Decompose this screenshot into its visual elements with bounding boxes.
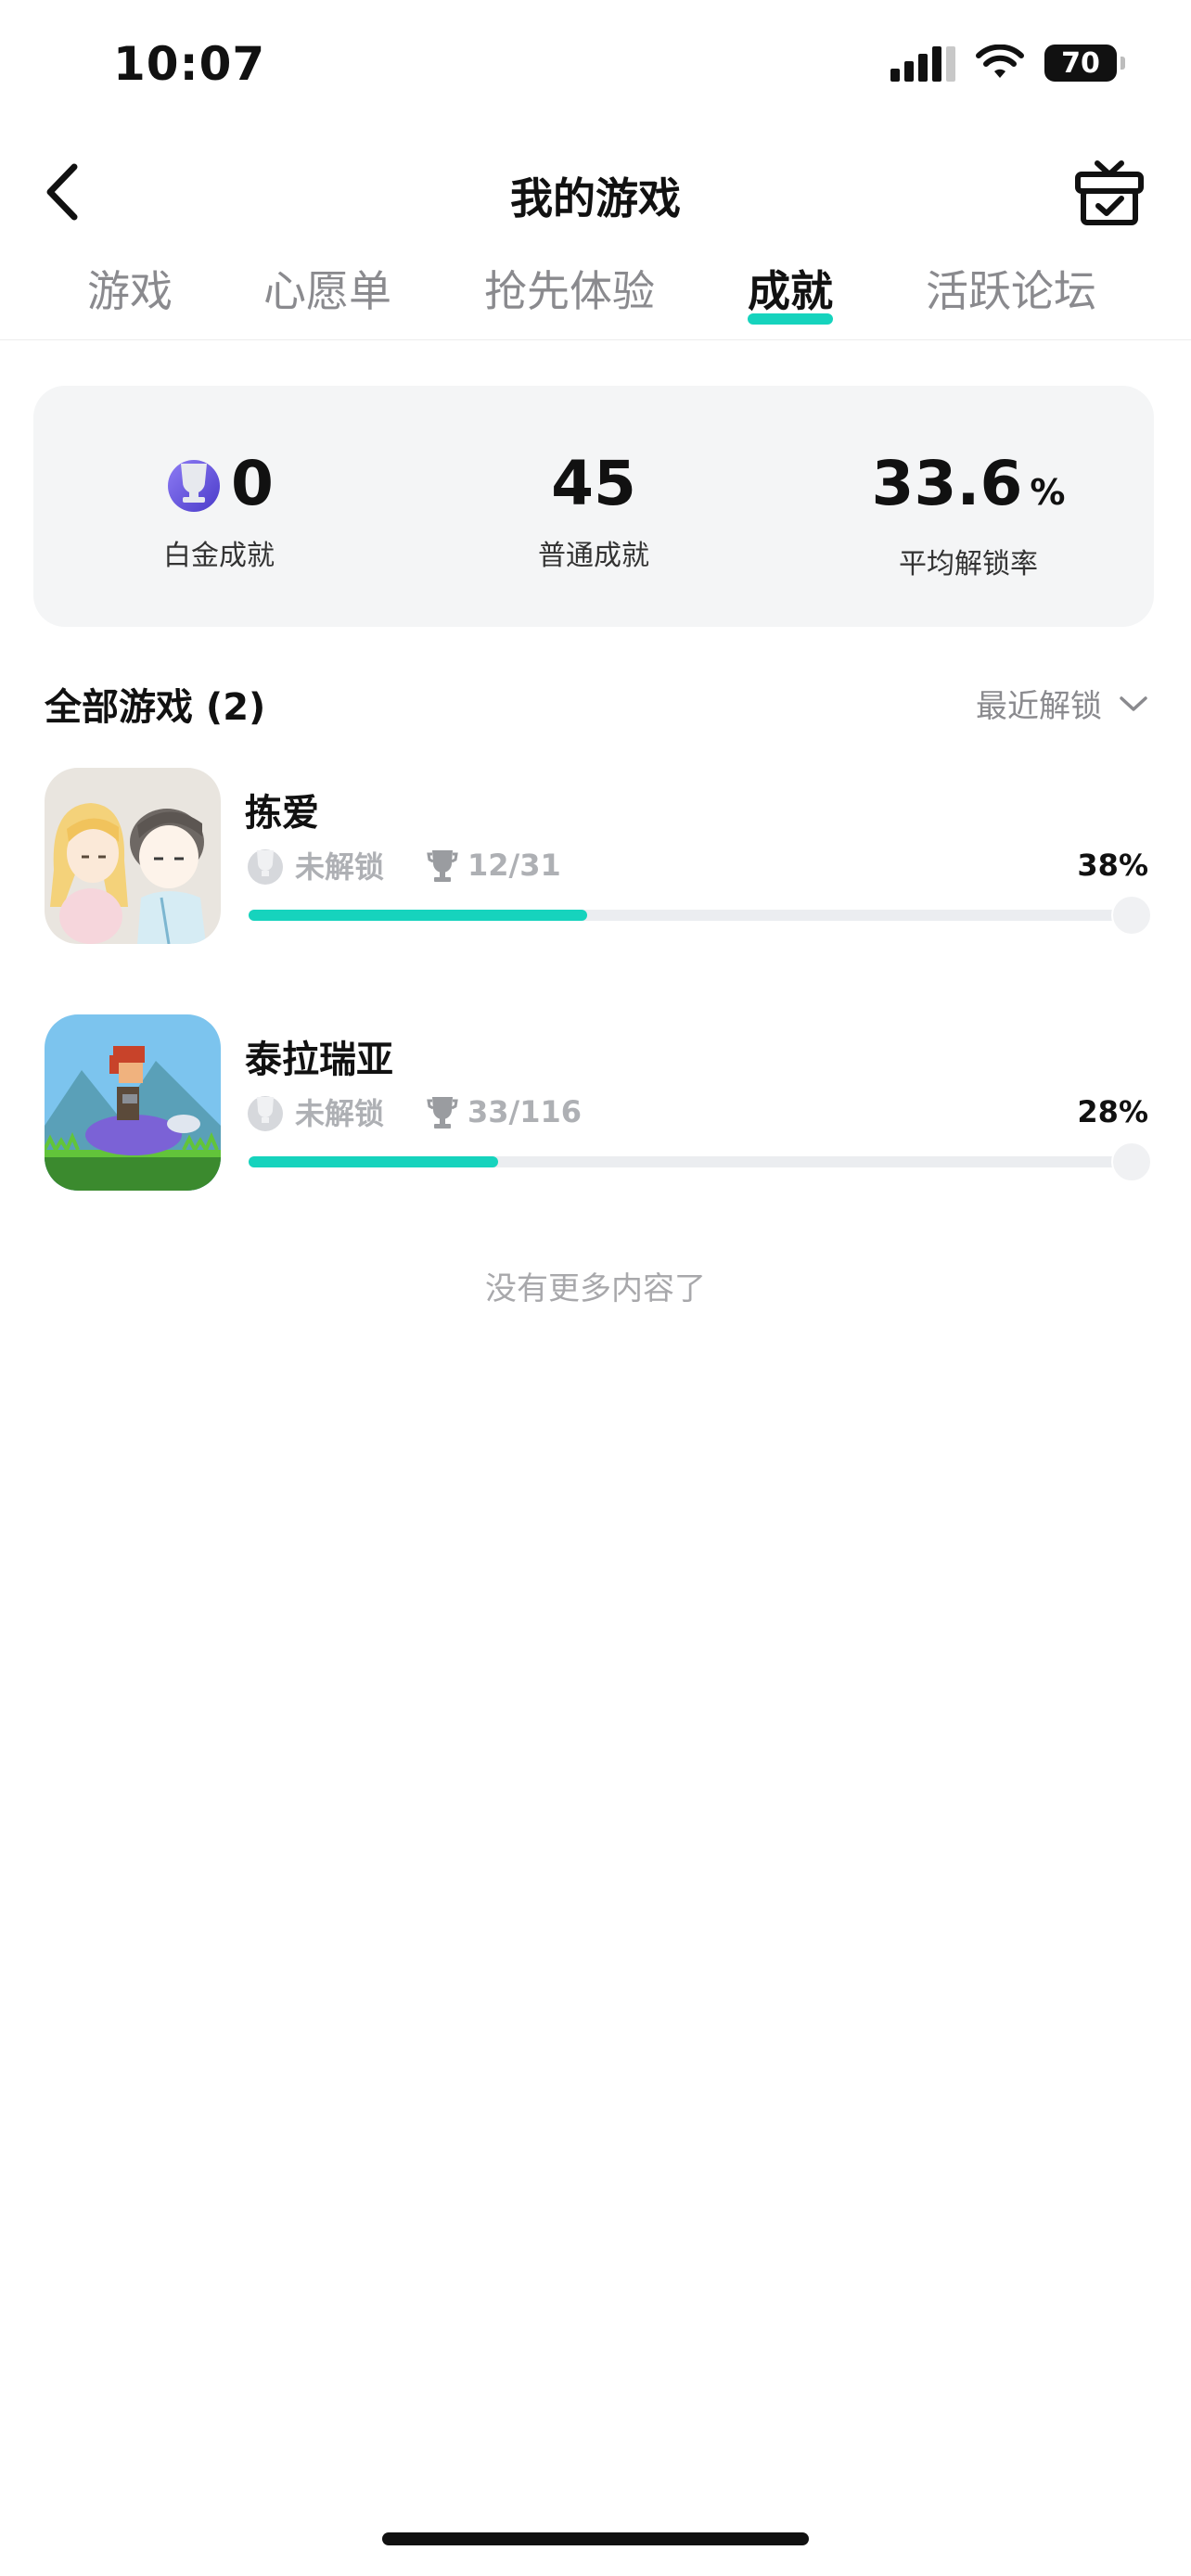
- gift-box-icon[interactable]: [1072, 154, 1146, 228]
- completion-percent: 38%: [1077, 848, 1148, 883]
- status-time: 10:07: [113, 37, 266, 91]
- wifi-icon: [976, 45, 1024, 78]
- progress-bar: [249, 1141, 1152, 1182]
- progress-end-marker: [1111, 895, 1152, 936]
- tab-games[interactable]: 游戏: [87, 258, 173, 319]
- completion-percent: 28%: [1077, 1094, 1148, 1129]
- achievement-summary-card: 0 白金成就 45 普通成就 33.6% 平均解锁率: [33, 386, 1154, 627]
- sort-label: 最近解锁: [976, 688, 1102, 725]
- game-cover-image: [45, 768, 221, 944]
- game-achievement-meta: 未解锁 12/31: [245, 844, 561, 886]
- platinum-label: 白金成就: [163, 540, 275, 572]
- page-title: 我的游戏: [510, 173, 681, 223]
- platinum-locked-icon: [248, 849, 283, 885]
- progress-bar: [249, 895, 1152, 936]
- game-row[interactable]: 泰拉瑞亚 未解锁 33/116 28%: [45, 1014, 1152, 1192]
- normal-stat: 45 普通成就: [408, 451, 779, 573]
- active-tab-indicator: [748, 313, 833, 325]
- trophy-icon: [427, 850, 458, 882]
- home-indicator[interactable]: [382, 2532, 809, 2545]
- game-cover-image: [45, 1014, 221, 1191]
- game-title: 拣爱: [245, 792, 319, 835]
- sort-dropdown[interactable]: 最近解锁: [976, 681, 1148, 726]
- unlock-rate-stat: 33.6% 平均解锁率: [783, 451, 1154, 581]
- platinum-locked-icon: [248, 1096, 283, 1131]
- unlock-rate-label: 平均解锁率: [899, 548, 1038, 580]
- navigation-bar: 我的游戏: [0, 139, 1191, 250]
- game-achievement-meta: 未解锁 33/116: [245, 1090, 582, 1133]
- tab-wishlist[interactable]: 心愿单: [263, 258, 391, 319]
- platinum-count: 0: [231, 448, 274, 519]
- tab-active-forum[interactable]: 活跃论坛: [926, 258, 1096, 319]
- platinum-trophy-icon: [168, 460, 221, 512]
- game-list-title: 全部游戏 (2): [45, 686, 266, 729]
- trophy-count: 33/116: [467, 1094, 583, 1129]
- normal-count: 45: [551, 448, 636, 519]
- platinum-status: 未解锁: [295, 849, 385, 885]
- tab-early-access[interactable]: 抢先体验: [484, 258, 655, 319]
- platinum-stat: 0 白金成就: [33, 451, 404, 573]
- battery-icon: 70: [1044, 45, 1125, 82]
- chevron-down-icon: [1120, 695, 1147, 711]
- unlock-rate-unit: %: [1030, 472, 1066, 513]
- unlock-rate-value: 33.6: [871, 448, 1023, 519]
- cellular-signal-icon: [890, 45, 955, 82]
- status-icons: 70: [890, 45, 1125, 82]
- progress-fill: [249, 910, 587, 921]
- game-title: 泰拉瑞亚: [245, 1039, 393, 1081]
- normal-label: 普通成就: [538, 540, 649, 572]
- end-of-list-text: 没有更多内容了: [485, 1270, 706, 1307]
- status-bar: 10:07 70: [0, 0, 1191, 130]
- platinum-status: 未解锁: [295, 1096, 385, 1131]
- progress-end-marker: [1111, 1141, 1152, 1182]
- trophy-icon: [427, 1097, 458, 1129]
- tab-achievements[interactable]: 成就: [748, 258, 833, 325]
- tab-bar: 游戏 心愿单 抢先体验 成就 活跃论坛: [0, 250, 1191, 340]
- battery-level: 70: [1061, 46, 1100, 80]
- progress-fill: [249, 1156, 498, 1167]
- trophy-count: 12/31: [467, 848, 561, 883]
- game-list-header: 全部游戏 (2) 最近解锁: [45, 675, 1148, 731]
- game-row[interactable]: 拣爱 未解锁 12/31 38%: [45, 768, 1152, 946]
